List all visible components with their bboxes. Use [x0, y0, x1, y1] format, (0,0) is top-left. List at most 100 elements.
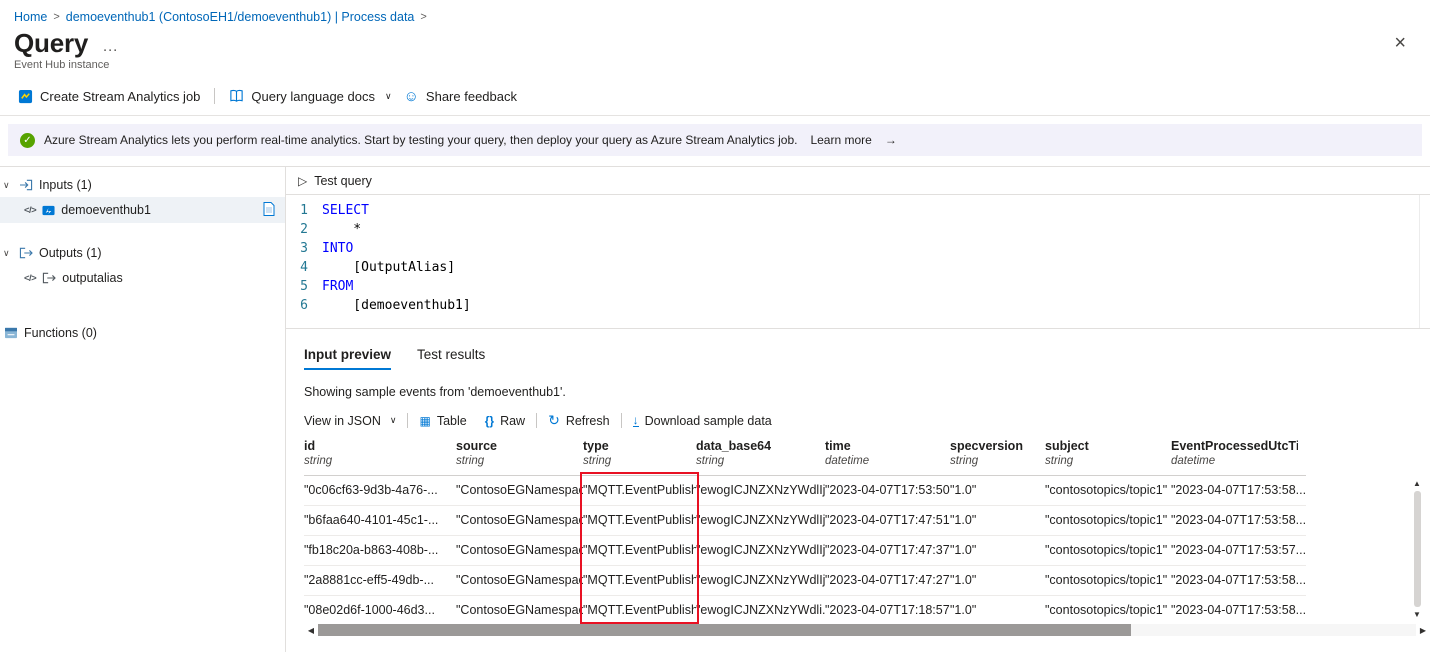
vertical-scroll-thumb[interactable]: [1414, 491, 1421, 607]
table-row[interactable]: "b6faa640-4101-45c1-..."ContosoEGNamespa…: [304, 505, 1306, 535]
check-icon: ✓: [20, 133, 35, 148]
table-cell: "ContosoEGNamespac...: [456, 505, 583, 535]
chevron-down-icon: ∨: [385, 91, 392, 102]
braces-icon: {}: [485, 414, 494, 428]
share-feedback-button[interactable]: ☺ Share feedback: [398, 84, 523, 109]
refresh-label: Refresh: [566, 414, 610, 428]
breadcrumb-process-data[interactable]: demoeventhub1 (ContosoEH1/demoeventhub1)…: [66, 10, 415, 24]
table-viewport: idstringsourcestringtypestringdata_base6…: [304, 439, 1430, 621]
preview-toolbar: View in JSON ∨ ▦ Table {} Raw ↻ Refresh: [304, 412, 1430, 429]
table-cell: "2023-04-07T17:47:51....: [825, 505, 950, 535]
view-in-json-dropdown[interactable]: View in JSON ∨: [304, 414, 396, 428]
code-brackets-icon: </>: [24, 273, 36, 284]
docs-label: Query language docs: [251, 89, 375, 104]
query-language-docs-button[interactable]: Query language docs ∨: [223, 85, 397, 108]
sidebar-group-functions[interactable]: Functions (0): [0, 321, 285, 345]
code-text: INTO: [322, 239, 353, 258]
learn-more-link[interactable]: Learn more: [810, 133, 871, 147]
scroll-down-icon[interactable]: ▼: [1413, 610, 1421, 619]
table-cell: "ewogICJNZXNzYWdlIj...: [696, 505, 825, 535]
column-header-subject[interactable]: subjectstring: [1045, 439, 1171, 475]
column-name: specversion: [950, 439, 1037, 453]
table-cell: "contosotopics/topic1": [1045, 475, 1171, 505]
column-header-data_base64[interactable]: data_base64string: [696, 439, 825, 475]
banner-message: Azure Stream Analytics lets you perform …: [44, 133, 797, 147]
column-header-source[interactable]: sourcestring: [456, 439, 583, 475]
tab-test-results[interactable]: Test results: [417, 347, 485, 370]
arrow-right-icon: →: [885, 133, 897, 147]
main-panel: ▷ Test query 1SELECT2 *3INTO4 [OutputAli…: [286, 167, 1430, 652]
breadcrumb-home[interactable]: Home: [14, 10, 47, 24]
line-number: 6: [286, 296, 322, 315]
sidebar-item-demoeventhub1[interactable]: </> demoeventhub1: [0, 197, 285, 223]
more-menu-button[interactable]: …: [102, 38, 118, 56]
info-banner: ✓ Azure Stream Analytics lets you perfor…: [8, 124, 1422, 156]
table-cell: "fb18c20a-b863-408b-...: [304, 535, 456, 565]
output-item-label: outputalias: [62, 271, 122, 285]
table-cell: "b6faa640-4101-45c1-...: [304, 505, 456, 535]
sample-events-table-area: idstringsourcestringtypestringdata_base6…: [304, 439, 1430, 621]
code-text: SELECT: [322, 201, 369, 220]
column-type: string: [583, 455, 688, 467]
column-name: EventProcessedUtcTime: [1171, 439, 1298, 453]
table-row[interactable]: "2a8881cc-eff5-49db-..."ContosoEGNamespa…: [304, 565, 1306, 595]
scroll-right-icon[interactable]: ▶: [1416, 626, 1430, 635]
page-title: Query: [14, 28, 88, 59]
column-header-id[interactable]: idstring: [304, 439, 456, 475]
table-cell: "MQTT.EventPublished": [583, 505, 696, 535]
table-cell: "ContosoEGNamespac...: [456, 475, 583, 505]
book-icon: [229, 89, 244, 103]
column-header-EventProcessedUtcTime[interactable]: EventProcessedUtcTimedatetime: [1171, 439, 1306, 475]
table-cell: "2023-04-07T17:18:57...: [825, 595, 950, 621]
line-number: 1: [286, 201, 322, 220]
column-header-time[interactable]: timedatetime: [825, 439, 950, 475]
horizontal-scroll-track[interactable]: [318, 624, 1416, 636]
table-cell: "contosotopics/topic1": [1045, 535, 1171, 565]
table-cell: "ewogICJNZXNzYWdlIj...: [696, 565, 825, 595]
code-text: *: [322, 220, 361, 239]
table-cell: "2023-04-07T17:53:58...: [1171, 505, 1306, 535]
table-cell: "2023-04-07T17:53:58...: [1171, 475, 1306, 505]
sidebar: ∨ Inputs (1) </> demoeventhub1 ∨: [0, 167, 286, 652]
stream-analytics-icon: [18, 89, 33, 104]
query-editor[interactable]: 1SELECT2 *3INTO4 [OutputAlias]5FROM6 [de…: [286, 195, 1430, 329]
column-header-specversion[interactable]: specversionstring: [950, 439, 1045, 475]
horizontal-scroll-thumb[interactable]: [318, 624, 1131, 636]
refresh-button[interactable]: ↻ Refresh: [548, 412, 610, 429]
close-icon[interactable]: ×: [1394, 32, 1406, 55]
column-type: string: [456, 455, 575, 467]
table-row[interactable]: "0c06cf63-9d3b-4a76-..."ContosoEGNamespa…: [304, 475, 1306, 505]
table-cell: "ContosoEGNamespac...: [456, 595, 583, 621]
table-cell: "MQTT.EventPublished": [583, 595, 696, 621]
table-row[interactable]: "08e02d6f-1000-46d3..."ContosoEGNamespac…: [304, 595, 1306, 621]
table-cell: "MQTT.EventPublished": [583, 475, 696, 505]
download-sample-data-button[interactable]: ↓ Download sample data: [633, 414, 772, 428]
sidebar-group-inputs[interactable]: ∨ Inputs (1): [0, 173, 285, 197]
tab-input-preview[interactable]: Input preview: [304, 347, 391, 370]
table-row[interactable]: "fb18c20a-b863-408b-..."ContosoEGNamespa…: [304, 535, 1306, 565]
table-cell: "1.0": [950, 505, 1045, 535]
column-name: time: [825, 439, 942, 453]
table-cell: "2023-04-07T17:47:37....: [825, 535, 950, 565]
raw-view-button[interactable]: {} Raw: [485, 414, 525, 428]
table-body: "0c06cf63-9d3b-4a76-..."ContosoEGNamespa…: [304, 475, 1306, 621]
view-json-label: View in JSON: [304, 414, 381, 428]
sidebar-item-outputalias[interactable]: </> outputalias: [0, 265, 285, 291]
outputs-group-label: Outputs (1): [39, 246, 102, 260]
line-number: 5: [286, 277, 322, 296]
horizontal-scrollbar[interactable]: ◀ ▶: [304, 623, 1430, 637]
table-cell: "MQTT.EventPublished": [583, 535, 696, 565]
editor-scrollbar[interactable]: [1419, 195, 1430, 328]
scroll-left-icon[interactable]: ◀: [304, 626, 318, 635]
create-stream-analytics-job-button[interactable]: Create Stream Analytics job: [12, 85, 206, 108]
sample-data-file-icon[interactable]: [263, 202, 275, 219]
sidebar-group-outputs[interactable]: ∨ Outputs (1): [0, 241, 285, 265]
command-bar-divider: [214, 88, 215, 104]
code-line: 6 [demoeventhub1]: [286, 296, 1430, 315]
vertical-scrollbar[interactable]: ▲ ▼: [1410, 479, 1424, 619]
scroll-up-icon[interactable]: ▲: [1413, 479, 1421, 488]
inputs-group-label: Inputs (1): [39, 178, 92, 192]
table-view-button[interactable]: ▦ Table: [419, 414, 466, 428]
test-query-button[interactable]: ▷ Test query: [286, 167, 1430, 195]
column-header-type[interactable]: typestring: [583, 439, 696, 475]
